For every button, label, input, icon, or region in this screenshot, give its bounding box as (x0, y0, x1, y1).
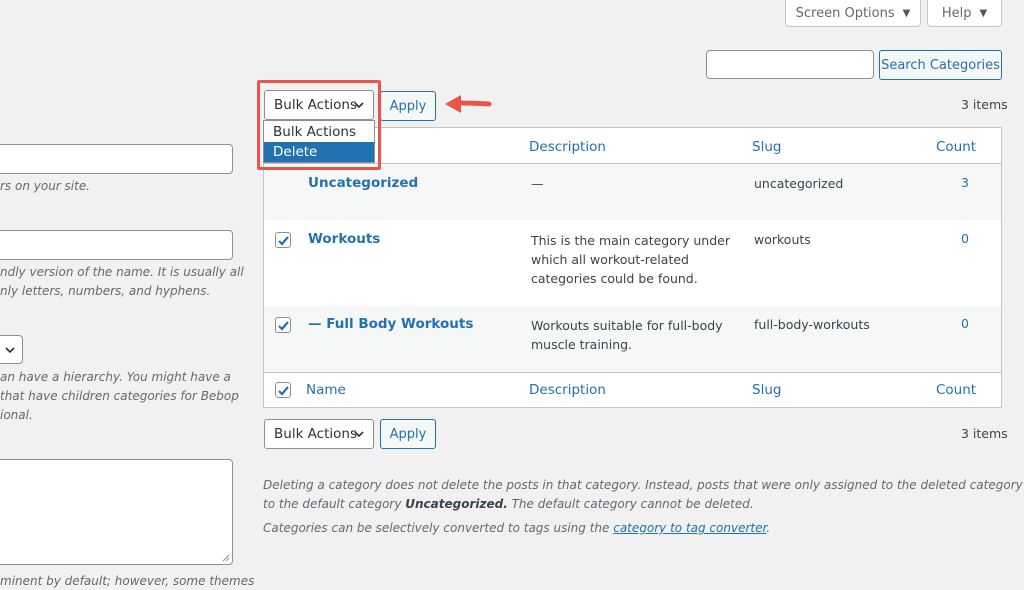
screen-options-tab[interactable]: Screen Options ▼ (785, 0, 921, 27)
row-slug: uncategorized (754, 176, 844, 191)
screen-options-label: Screen Options (795, 5, 895, 21)
checkmark-icon (278, 236, 289, 246)
row-description-line-2: which all workout-related (531, 252, 689, 267)
apply-button-bottom[interactable]: Apply (380, 419, 436, 449)
row-name-link[interactable]: — Full Body Workouts (308, 316, 473, 332)
category-to-tag-converter-link[interactable]: category to tag converter (613, 521, 766, 535)
column-header-description[interactable]: Description (529, 139, 606, 155)
row-description-line-1: Workouts suitable for full-body (531, 318, 723, 333)
delete-note-line-2: to the default category Uncategorized. T… (263, 495, 754, 514)
parent-help-text-2: that have children categories for Bebop (0, 389, 239, 403)
column-header-slug[interactable]: Slug (752, 139, 781, 155)
column-footer-description[interactable]: Description (529, 382, 606, 398)
converter-note-text: Categories can be selectively converted … (263, 521, 614, 535)
row-description-line-3: categories could be found. (531, 271, 698, 286)
help-tab[interactable]: Help ▼ (927, 0, 1002, 27)
highlight-annotation-box (257, 80, 381, 170)
row-description: — (531, 176, 544, 191)
delete-note-text: The default category cannot be deleted. (507, 497, 754, 511)
slug-help-text-1: ndly version of the name. It is usually … (0, 265, 244, 279)
row-slug: workouts (754, 232, 811, 247)
caret-down-icon: ▼ (902, 7, 911, 19)
help-label: Help (941, 5, 972, 21)
category-name-input[interactable] (0, 144, 233, 174)
row-description-line-2: muscle training. (531, 337, 633, 352)
row-description-line-1: This is the main category under (531, 233, 730, 248)
column-footer-slug[interactable]: Slug (752, 382, 781, 398)
parent-help-text-1: an have a hierarchy. You might have a (0, 370, 231, 384)
delete-note-text: to the default category (263, 497, 406, 511)
arrow-left-icon (445, 95, 492, 113)
default-category-name: Uncategorized. (405, 497, 508, 511)
row-checkbox[interactable] (275, 232, 291, 248)
slug-help-text-2: nly letters, numbers, and hyphens. (0, 284, 211, 298)
apply-button-top[interactable]: Apply (380, 91, 436, 121)
caret-down-icon: ▼ (979, 7, 988, 19)
row-count-link[interactable]: 0 (961, 231, 969, 246)
column-footer-count[interactable]: Count (936, 382, 976, 398)
converter-note-text: . (766, 521, 771, 535)
category-slug-input[interactable] (0, 230, 233, 260)
row-slug: full-body-workouts (754, 317, 870, 332)
row-count-link[interactable]: 3 (961, 175, 969, 190)
row-checkbox[interactable] (275, 317, 291, 333)
category-description-textarea[interactable] (0, 459, 233, 565)
checkmark-icon (278, 386, 289, 396)
column-header-count[interactable]: Count (936, 139, 976, 155)
delete-note-line-1: Deleting a category does not delete the … (263, 478, 1024, 492)
search-categories-input[interactable] (706, 50, 874, 79)
row-name-link[interactable]: Workouts (308, 231, 380, 247)
table-footer-row (264, 372, 1001, 407)
row-name-link[interactable]: Uncategorized (308, 175, 418, 191)
description-help-text: minent by default; however, some themes (0, 574, 255, 588)
parent-category-select[interactable] (0, 335, 23, 364)
parent-help-text-3: ional. (0, 408, 33, 422)
chevron-down-icon (5, 347, 15, 354)
resize-handle-icon[interactable] (222, 554, 230, 562)
column-footer-name[interactable]: Name (306, 382, 346, 398)
search-categories-button[interactable]: Search Categories (879, 50, 1002, 80)
bulk-actions-select-bottom[interactable]: Bulk Actions (264, 419, 374, 449)
table-row (264, 164, 1001, 220)
checkmark-icon (278, 321, 289, 331)
name-help-text: rs on your site. (0, 179, 91, 193)
bulk-actions-selected-label: Bulk Actions (274, 426, 357, 442)
chevron-down-icon (354, 431, 364, 438)
items-count-top: 3 items (961, 97, 1008, 112)
row-count-link[interactable]: 0 (961, 316, 969, 331)
items-count-bottom: 3 items (961, 426, 1008, 441)
converter-note: Categories can be selectively converted … (263, 519, 770, 538)
select-all-checkbox-footer[interactable] (275, 382, 291, 398)
